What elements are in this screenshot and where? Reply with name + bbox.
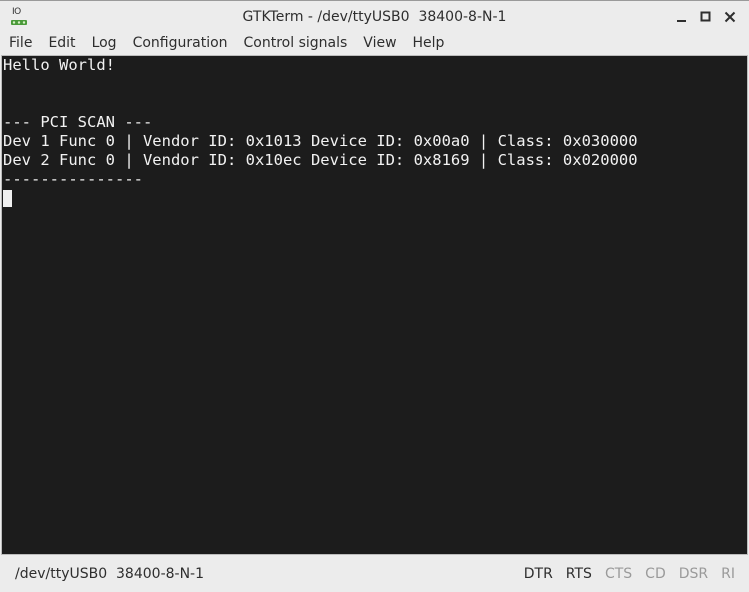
cursor-line xyxy=(3,189,747,208)
maximize-icon xyxy=(700,11,711,22)
menu-control-signals[interactable]: Control signals xyxy=(236,32,356,54)
menu-file[interactable]: File xyxy=(0,32,40,54)
signal-rts: RTS xyxy=(565,566,592,582)
signal-cts: CTS xyxy=(604,566,633,582)
window-title: GTKTerm - /dev/ttyUSB0 38400-8-N-1 xyxy=(242,9,507,25)
port-settings-status: /dev/ttyUSB0 38400-8-N-1 xyxy=(15,566,205,582)
close-icon xyxy=(724,11,736,23)
status-bar: /dev/ttyUSB0 38400-8-N-1 DTR RTS CTS CD … xyxy=(0,556,749,592)
menu-log[interactable]: Log xyxy=(84,32,125,54)
signal-ri: RI xyxy=(721,566,735,582)
control-signals-indicators: DTR RTS CTS CD DSR RI xyxy=(524,566,735,582)
menu-bar: File Edit Log Configuration Control sign… xyxy=(0,32,749,54)
maximize-button[interactable] xyxy=(697,7,715,27)
menu-edit[interactable]: Edit xyxy=(40,32,83,54)
signal-dtr: DTR xyxy=(523,566,553,582)
text-cursor xyxy=(3,190,12,207)
terminal-line: Dev 2 Func 0 | Vendor ID: 0x10ec Device … xyxy=(3,151,638,169)
minimize-button[interactable] xyxy=(673,7,691,27)
title-bar[interactable]: IO GTKTerm - /dev/ttyUSB0 38400-8-N-1 xyxy=(0,0,749,32)
menu-configuration[interactable]: Configuration xyxy=(125,32,236,54)
menu-view[interactable]: View xyxy=(355,32,404,54)
terminal-line: --------------- xyxy=(3,170,143,188)
close-button[interactable] xyxy=(721,7,739,27)
terminal-output[interactable]: Hello World! --- PCI SCAN --- Dev 1 Func… xyxy=(1,55,748,555)
signal-dsr: DSR xyxy=(678,566,709,582)
window-controls xyxy=(673,7,739,27)
menu-help[interactable]: Help xyxy=(405,32,453,54)
terminal-line: Dev 1 Func 0 | Vendor ID: 0x1013 Device … xyxy=(3,132,638,150)
minimize-icon xyxy=(677,20,686,22)
terminal-line: --- PCI SCAN --- xyxy=(3,113,153,131)
terminal-line: Hello World! xyxy=(3,56,115,74)
signal-cd: CD xyxy=(645,566,666,582)
